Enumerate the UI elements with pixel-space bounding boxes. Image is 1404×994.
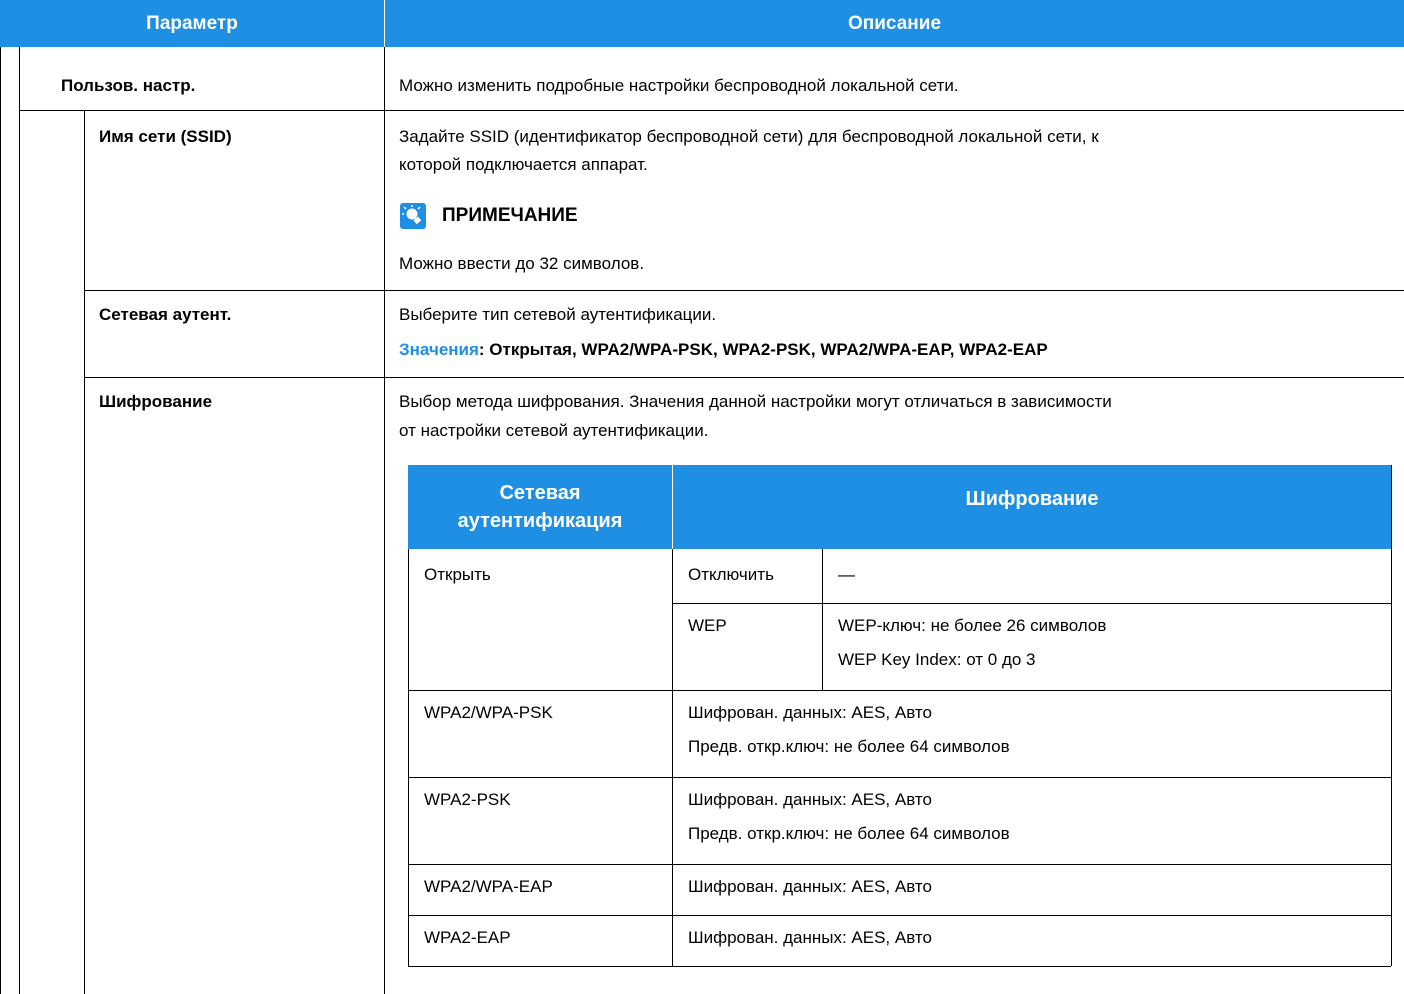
auth-wpa2-wpa-psk: WPA2/WPA-PSK [424, 703, 553, 722]
column-header-parameter: Параметр [0, 0, 384, 47]
enc-wep-line1: WEP-ключ: не более 26 символов [838, 616, 1107, 635]
inner-header-encryption: Шифрование [673, 465, 1391, 513]
auth-open: Открыть [424, 565, 491, 584]
param-encryption: Шифрование [99, 392, 213, 411]
inner-line-2 [408, 690, 1391, 691]
enc-wpa2-wpa-eap-line1: Шифрован. данных: AES, Авто [688, 877, 932, 896]
values-list: : Открытая, WPA2/WPA-PSK, WPA2-PSK, WPA2… [478, 340, 1048, 359]
inner-header-encryption-fill [673, 513, 1391, 549]
desc-custom-settings: Можно изменить подробные настройки беспр… [399, 76, 959, 95]
note-title: ПРИМЕЧАНИЕ [442, 205, 578, 226]
inner-bottom-border [408, 966, 1391, 967]
lightbulb-note-icon [400, 203, 426, 229]
auth-wpa2-wpa-eap: WPA2/WPA-EAP [424, 877, 553, 896]
desc-encryption-line2: от настройки сетевой аутентификации. [399, 421, 709, 440]
inner-header-auth: Сетевая аутентификация [408, 465, 672, 549]
row-divider-3 [84, 377, 1404, 378]
enc-wpa2-eap-line1: Шифрован. данных: AES, Авто [688, 928, 932, 947]
enc-wpa2-wpa-psk-line1: Шифрован. данных: AES, Авто [688, 703, 932, 722]
note-text: Можно ввести до 32 символов. [399, 254, 645, 273]
inner-col-divider [672, 549, 673, 966]
desc-ssid-line2: которой подключается аппарат. [399, 155, 648, 174]
inner-line-3 [408, 777, 1391, 778]
auth-wpa2-eap: WPA2-EAP [424, 928, 511, 947]
row-divider-2 [84, 290, 1404, 291]
auth-wpa2-psk: WPA2-PSK [424, 790, 511, 809]
enc-wep: WEP [688, 616, 727, 635]
inner-header-auth-line1: Сетевая [499, 482, 581, 504]
enc-wpa2-psk-line2: Предв. откр.ключ: не более 64 символов [688, 824, 1010, 843]
row-divider-1 [19, 110, 1404, 111]
inner-line-1 [672, 603, 1391, 604]
inner-header-auth-line2: аутентификация [457, 510, 623, 532]
column-divider [384, 47, 385, 994]
indent-line-1 [19, 47, 20, 994]
inner-left-border [408, 549, 409, 966]
column-header-description: Описание [385, 0, 1404, 47]
enc-wpa2-wpa-psk-line2: Предв. откр.ключ: не более 64 символов [688, 737, 1010, 756]
enc-wep-line2: WEP Key Index: от 0 до 3 [838, 650, 1036, 669]
desc-ssid-line1: Задайте SSID (идентификатор беспроводной… [399, 127, 1099, 146]
param-ssid: Имя сети (SSID) [99, 127, 232, 146]
enc-wpa2-psk-line1: Шифрован. данных: AES, Авто [688, 790, 932, 809]
desc-encryption-line1: Выбор метода шифрования. Значения данной… [399, 392, 1112, 411]
enc-disable: Отключить [688, 565, 774, 584]
param-network-auth: Сетевая аутент. [99, 305, 232, 324]
inner-subcol-divider [822, 549, 823, 690]
values-label: Значения [399, 340, 479, 359]
desc-network-auth: Выберите тип сетевой аутентификации. [399, 305, 717, 324]
enc-disable-value: — [838, 565, 855, 584]
inner-line-5 [408, 915, 1391, 916]
param-custom-settings: Пользов. настр. [61, 76, 196, 95]
inner-right-border [1391, 465, 1392, 966]
indent-line-2 [84, 110, 85, 994]
inner-line-4 [408, 864, 1391, 865]
values-network-auth: Значения: Открытая, WPA2/WPA-PSK, WPA2-P… [399, 340, 1048, 360]
left-border [0, 47, 1, 994]
